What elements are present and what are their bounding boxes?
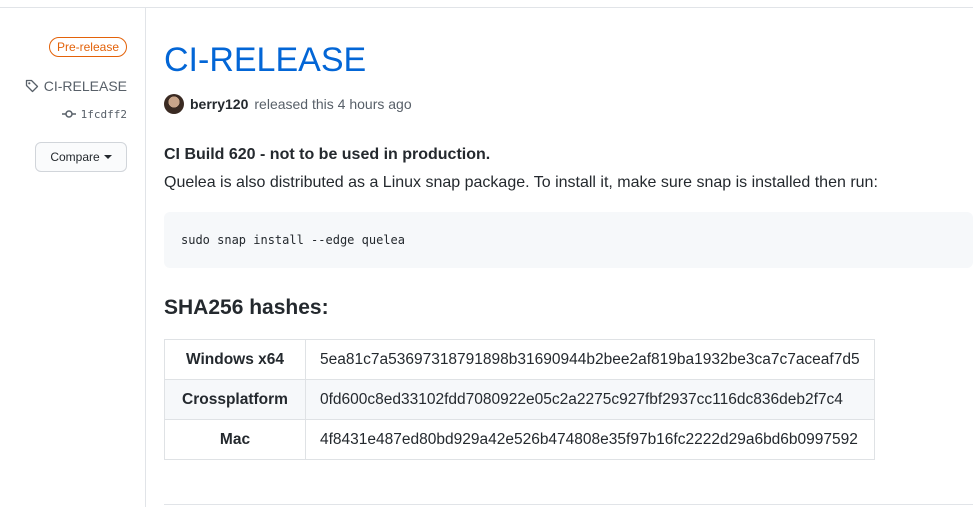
hash-cell: 4f8431e487ed80bd929a42e526b474808e35f97b… [305, 419, 875, 460]
avatar[interactable] [164, 94, 184, 114]
hash-cell: 5ea81c7a53697318791898b31690944b2bee2af8… [305, 339, 875, 380]
table-row: Windows x64 5ea81c7a53697318791898b31690… [164, 339, 875, 380]
commit-sha: 1fcdff2 [80, 107, 127, 121]
prerelease-badge: Pre-release [48, 37, 127, 57]
tag-icon [25, 79, 38, 93]
release-description: Quelea is also distributed as a Linux sn… [164, 174, 878, 191]
table-row: Crossplatform 0fd600c8ed33102fdd7080922e… [164, 379, 875, 420]
release-meta: berry120 released this 4 hours ago [164, 94, 412, 114]
hash-cell: 0fd600c8ed33102fdd7080922e05c2a2275c927f… [305, 379, 875, 420]
hashes-heading: SHA256 hashes: [164, 296, 329, 319]
platform-cell: Windows x64 [164, 339, 306, 380]
author-link[interactable]: berry120 [190, 96, 248, 112]
released-time: released this 4 hours ago [254, 96, 412, 112]
caret-down-icon [103, 155, 112, 159]
tag-link[interactable]: CI-RELEASE [24, 78, 127, 94]
hashes-table: Windows x64 5ea81c7a53697318791898b31690… [164, 339, 875, 460]
table-row: Mac 4f8431e487ed80bd929a42e526b474808e35… [164, 419, 875, 460]
code-block: sudo snap install --edge quelea [164, 212, 973, 268]
compare-label: Compare [50, 150, 100, 164]
platform-cell: Crossplatform [164, 379, 306, 420]
compare-button[interactable]: Compare [35, 142, 127, 172]
git-commit-icon [61, 110, 76, 118]
release-sidebar: Pre-release CI-RELEASE 1fcdff2 Compare [0, 8, 146, 507]
release-title[interactable]: CI-RELEASE [164, 41, 366, 80]
release-notice: CI Build 620 - not to be used in product… [164, 146, 491, 163]
platform-cell: Mac [164, 419, 306, 460]
commit-link[interactable]: 1fcdff2 [61, 106, 127, 122]
bottom-divider [164, 504, 973, 505]
tag-label: CI-RELEASE [43, 78, 127, 94]
